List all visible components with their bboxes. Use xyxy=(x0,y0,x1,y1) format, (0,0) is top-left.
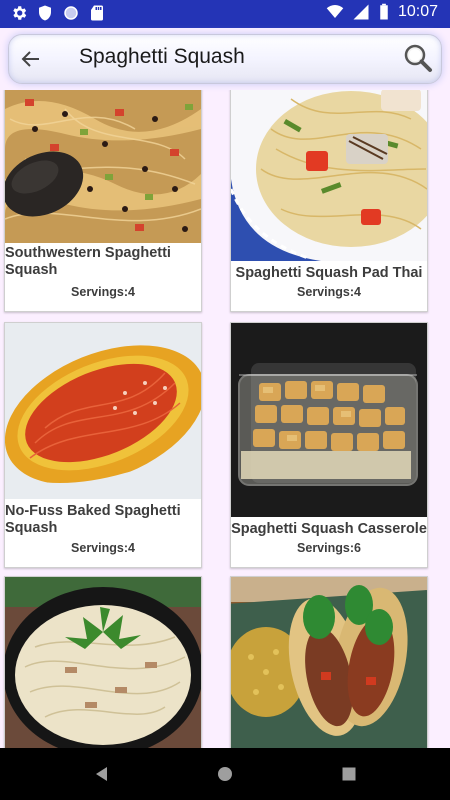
recipe-card[interactable] xyxy=(230,576,428,748)
shield-icon xyxy=(36,4,54,22)
recipe-title: Southwestern Spaghetti Squash xyxy=(5,245,171,278)
recipe-title: No-Fuss Baked Spaghetti Squash xyxy=(5,503,181,536)
battery-icon xyxy=(378,3,390,21)
status-right-icons: 10:07 xyxy=(326,3,438,21)
status-bar: 10:07 xyxy=(0,0,450,28)
recipe-servings: Servings:4 xyxy=(297,285,361,299)
back-arrow-icon[interactable] xyxy=(19,47,43,71)
recipe-grid: Southwestern Spaghetti Squash Servings:4 xyxy=(0,90,450,748)
recents-square-icon[interactable] xyxy=(339,764,359,784)
recipe-card[interactable]: No-Fuss Baked Spaghetti Squash Servings:… xyxy=(4,322,202,568)
recipe-title: Spaghetti Squash Casserole xyxy=(231,521,427,537)
search-icon[interactable] xyxy=(403,43,433,73)
recipe-card[interactable]: Spaghetti Squash Casserole Servings:6 xyxy=(230,322,428,568)
sd-card-icon xyxy=(88,4,106,22)
back-triangle-icon[interactable] xyxy=(92,764,112,784)
search-header: Spaghetti Squash xyxy=(0,28,450,90)
search-bar[interactable]: Spaghetti Squash xyxy=(8,34,442,84)
recipe-title: Spaghetti Squash Pad Thai xyxy=(235,265,423,281)
recipe-photo xyxy=(5,323,201,499)
navigation-bar xyxy=(0,748,450,800)
recipe-photo xyxy=(5,90,201,243)
status-left-icons xyxy=(10,4,106,22)
recipe-servings: Servings:4 xyxy=(71,541,135,555)
search-input[interactable]: Spaghetti Squash xyxy=(79,45,245,69)
recipe-servings: Servings:6 xyxy=(297,541,361,555)
recipe-photo xyxy=(231,323,427,517)
recipe-photo xyxy=(231,577,427,748)
wifi-icon xyxy=(326,3,344,21)
recipe-card[interactable]: Southwestern Spaghetti Squash Servings:4 xyxy=(4,90,202,312)
home-circle-icon[interactable] xyxy=(215,764,235,784)
recipe-photo xyxy=(5,577,201,748)
signal-icon xyxy=(352,3,370,21)
recipe-photo xyxy=(231,90,427,261)
status-time: 10:07 xyxy=(397,3,438,20)
circle-icon xyxy=(62,4,80,22)
recipe-card[interactable]: Spaghetti Squash Pad Thai Servings:4 xyxy=(230,90,428,312)
gear-icon xyxy=(10,4,28,22)
recipe-card[interactable] xyxy=(4,576,202,748)
recipe-servings: Servings:4 xyxy=(71,285,135,299)
